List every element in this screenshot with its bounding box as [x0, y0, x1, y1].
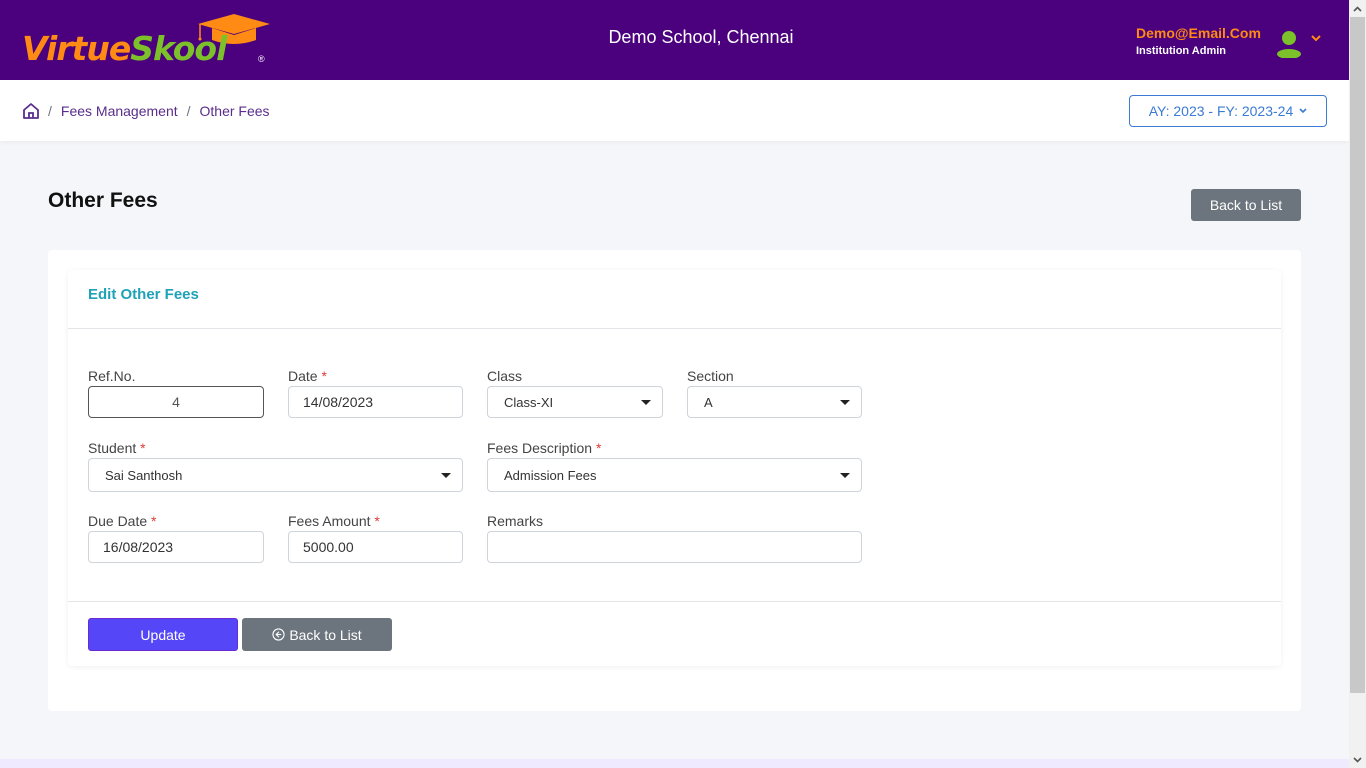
divider — [68, 328, 1281, 329]
section-label: Section — [687, 368, 734, 384]
caret-down-icon — [840, 473, 850, 478]
breadcrumb-separator: / — [48, 103, 52, 119]
user-icon[interactable] — [1276, 30, 1302, 58]
date-value: 14/08/2023 — [303, 394, 374, 410]
fees-amount-input[interactable]: 5000.00 — [288, 531, 463, 563]
ref-no-input[interactable]: 4 — [88, 386, 264, 418]
due-date-label: Due Date * — [88, 513, 157, 529]
caret-down-icon — [441, 473, 451, 478]
section-select[interactable]: A — [687, 386, 862, 418]
back-to-list-button[interactable]: Back to List — [242, 618, 392, 651]
caret-down-icon — [840, 400, 850, 405]
page-title: Other Fees — [48, 189, 158, 212]
arrow-left-circle-icon — [272, 628, 285, 641]
user-role: Institution Admin — [1136, 45, 1227, 57]
back-to-list-button[interactable]: Back to List — [1191, 189, 1301, 221]
chevron-down-icon[interactable] — [1310, 33, 1322, 43]
section-label-text: Section — [687, 368, 734, 384]
remarks-label-text: Remarks — [487, 513, 544, 529]
scroll-down-icon[interactable] — [1349, 751, 1366, 768]
fees-description-label-text: Fees Description — [487, 440, 593, 456]
academic-year-selector[interactable]: AY: 2023 - FY: 2023-24 — [1129, 95, 1327, 127]
student-select[interactable]: Sai Santhosh — [88, 458, 463, 492]
class-select[interactable]: Class-XI — [487, 386, 663, 418]
student-value: Sai Santhosh — [105, 467, 183, 483]
remarks-label: Remarks — [487, 513, 543, 529]
scroll-up-icon[interactable] — [1349, 0, 1366, 17]
divider — [68, 601, 1281, 602]
date-label: Date * — [288, 368, 327, 384]
class-label-text: Class — [487, 368, 523, 384]
fees-amount-label: Fees Amount * — [288, 513, 380, 529]
student-label-text: Student — [88, 440, 137, 456]
breadcrumb-separator: / — [186, 103, 191, 119]
due-date-input[interactable]: 16/08/2023 — [88, 531, 264, 563]
breadcrumb-other-fees[interactable]: Other Fees — [200, 103, 270, 119]
footer-strip — [0, 759, 1349, 768]
fees-description-value: Admission Fees — [504, 467, 597, 483]
date-label-text: Date — [288, 368, 318, 384]
class-value: Class-XI — [504, 394, 554, 410]
remarks-input[interactable] — [487, 531, 862, 563]
chevron-down-icon — [1299, 108, 1307, 114]
home-icon[interactable] — [22, 102, 40, 120]
required-marker: * — [140, 440, 146, 456]
academic-year-label: AY: 2023 - FY: 2023-24 — [1148, 103, 1294, 119]
required-marker: * — [151, 513, 157, 529]
required-marker: * — [374, 513, 380, 529]
breadcrumb: / Fees Management / Other Fees — [22, 102, 279, 120]
fees-amount-value: 5000.00 — [303, 539, 354, 555]
due-date-value: 16/08/2023 — [103, 539, 174, 555]
date-input[interactable]: 14/08/2023 — [288, 386, 463, 418]
ref-no-label: Ref.No. — [88, 368, 135, 384]
student-label: Student * — [88, 440, 146, 456]
fees-description-select[interactable]: Admission Fees — [487, 458, 862, 492]
required-marker: * — [595, 440, 602, 456]
section-value: A — [704, 394, 713, 410]
breadcrumb-fees-management[interactable]: Fees Management — [61, 103, 178, 119]
update-button[interactable]: Update — [88, 618, 238, 651]
user-email[interactable]: Demo@Email.Com — [1136, 25, 1261, 41]
registered-mark: ® — [258, 54, 265, 64]
caret-down-icon — [641, 400, 651, 405]
required-marker: * — [321, 368, 327, 384]
class-label: Class — [487, 368, 522, 384]
due-date-label-text: Due Date — [88, 513, 148, 529]
form-title: Edit Other Fees — [88, 286, 199, 303]
fees-description-label: Fees Description * — [487, 440, 601, 456]
fees-amount-label-text: Fees Amount — [288, 513, 371, 529]
scrollbar-thumb[interactable] — [1350, 17, 1365, 693]
ref-no-value: 4 — [172, 394, 180, 410]
back-to-list-label: Back to List — [289, 626, 362, 643]
ref-no-label-text: Ref.No. — [88, 368, 136, 384]
